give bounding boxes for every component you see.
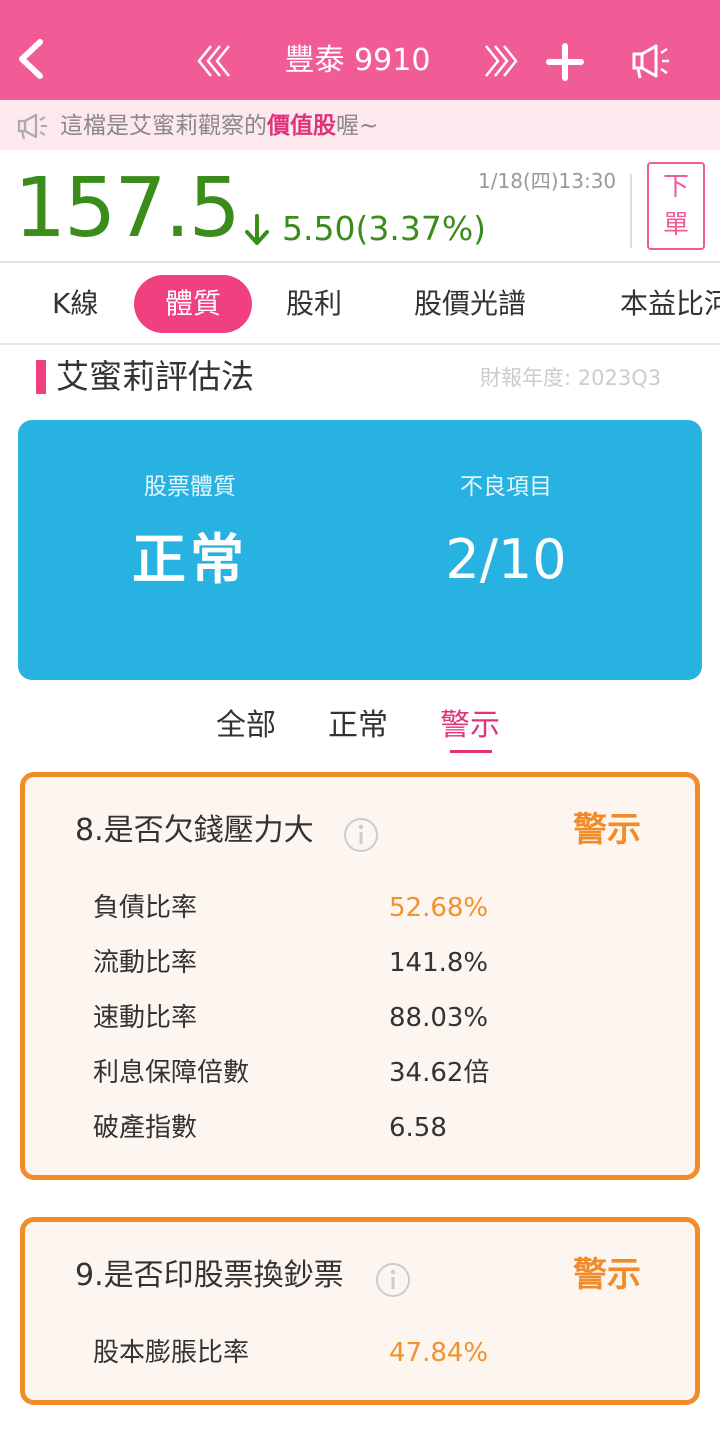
announcement-button[interactable] [628, 38, 674, 84]
criteria-title: 8.是否欠錢壓力大 [75, 813, 314, 848]
previous-stock-button[interactable] [195, 38, 235, 84]
filter-active-indicator [450, 750, 492, 753]
metric-value: 52.68% [389, 893, 489, 923]
quote-panel: 157.5 5.50(3.37%) 1/18(四)13:30 下 單 [0, 150, 720, 263]
fiscal-period: 財報年度: 2023Q3 [480, 366, 662, 390]
megaphone-icon [16, 110, 50, 142]
metric-label: 利息保障倍數 [93, 1058, 250, 1088]
filter-tabs: 全部 正常 警示 [0, 700, 720, 760]
filter-normal[interactable]: 正常 [328, 704, 388, 748]
filter-warning[interactable]: 警示 [440, 704, 500, 748]
criteria-card: 9.是否印股票換鈔票 警示 股本膨脹比率 47.84% [20, 1217, 700, 1405]
metric-value: 47.84% [389, 1338, 489, 1368]
top-bar: 豐泰 9910 [0, 0, 720, 100]
summary-card: 股票體質 正常 不良項目 2/10 [18, 420, 702, 680]
stock-title: 豐泰 9910 [284, 43, 431, 78]
quote-time: 1/18(四)13:30 [478, 169, 617, 193]
metric-label: 速動比率 [93, 1003, 198, 1033]
next-stock-button[interactable] [480, 38, 520, 84]
bad-items-value: 2/10 [445, 528, 567, 591]
health-value: 正常 [132, 528, 248, 591]
filter-all[interactable]: 全部 [216, 704, 276, 748]
tab-fundamentals[interactable]: 體質 [134, 275, 252, 333]
megaphone-icon [632, 44, 669, 79]
section-marker [36, 360, 46, 394]
back-button[interactable] [14, 36, 54, 82]
metric-value: 34.62倍 [389, 1058, 490, 1088]
metric-label: 股本膨脹比率 [93, 1338, 250, 1368]
metric-label: 流動比率 [93, 948, 198, 978]
price-change: 5.50(3.37%) [282, 209, 487, 248]
divider [630, 174, 632, 248]
order-button[interactable]: 下 單 [647, 162, 705, 250]
tab-bar: K線 體質 股利 股價光譜 本益比河 [0, 263, 720, 345]
notice-text: 這檔是艾蜜莉觀察的價值股喔~ [60, 113, 379, 139]
criteria-status: 警示 [573, 1255, 641, 1295]
arrow-down-icon [245, 214, 269, 245]
tab-dividend[interactable]: 股利 [286, 275, 342, 333]
double-chevron-left-icon [197, 45, 230, 77]
add-watchlist-button[interactable] [545, 40, 585, 84]
info-icon[interactable] [343, 817, 379, 853]
criteria-card: 8.是否欠錢壓力大 警示 負債比率 52.68% 流動比率 141.8% 速動比… [20, 772, 700, 1180]
metric-label: 破產指數 [93, 1113, 198, 1143]
plus-icon [546, 43, 584, 81]
metric-value: 141.8% [389, 948, 489, 978]
metric-value: 88.03% [389, 1003, 489, 1033]
criteria-status: 警示 [573, 810, 641, 850]
tab-price-spectrum[interactable]: 股價光譜 [414, 275, 526, 333]
criteria-title: 9.是否印股票換鈔票 [75, 1258, 344, 1293]
tab-k-line[interactable]: K線 [52, 275, 98, 333]
notice-banner[interactable]: 這檔是艾蜜莉觀察的價值股喔~ [0, 100, 720, 150]
section-title: 艾蜜莉評估法 [56, 357, 254, 396]
metric-label: 負債比率 [93, 893, 198, 923]
double-chevron-right-icon [485, 45, 518, 77]
stock-price: 157.5 [14, 161, 241, 256]
health-label: 股票體質 [144, 474, 236, 500]
metric-value: 6.58 [389, 1113, 447, 1143]
info-icon[interactable] [375, 1262, 411, 1298]
chevron-left-icon [19, 39, 43, 79]
bad-items-label: 不良項目 [460, 474, 552, 500]
tab-pe-river[interactable]: 本益比河 [620, 275, 720, 333]
notice-highlight: 價值股 [267, 113, 336, 139]
